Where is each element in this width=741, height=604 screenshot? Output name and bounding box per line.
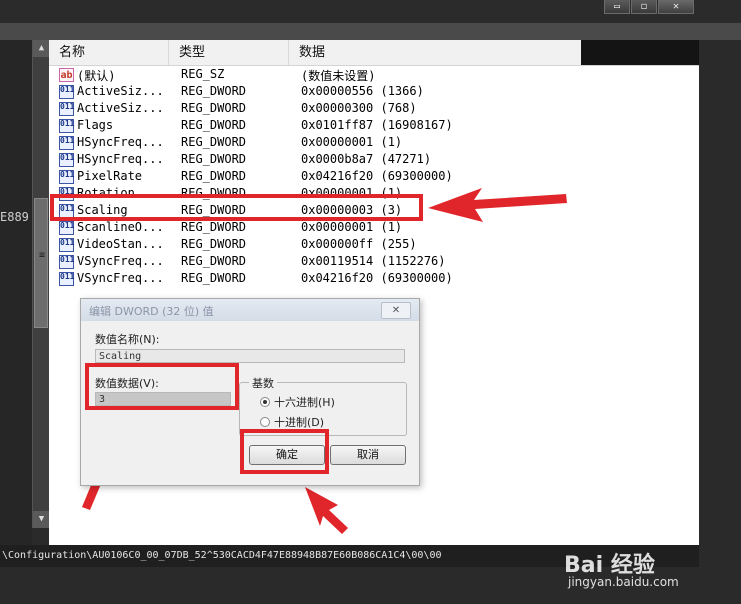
value-name-cell: PixelRate: [77, 169, 143, 183]
dword-value-icon: 011: [59, 272, 74, 286]
value-type-cell: REG_DWORD: [181, 101, 247, 115]
value-data-cell: 0x0000b8a7 (47271): [301, 152, 432, 166]
tree-pane[interactable]: E889: [0, 40, 34, 545]
close-icon: ✕: [391, 305, 401, 316]
value-data-cell: 0x0101ff87 (16908167): [301, 118, 453, 132]
radio-hex-label: 十六进制(H): [274, 396, 335, 409]
minimize-icon: ▭: [613, 0, 621, 12]
radio-dec-label: 十进制(D): [274, 416, 325, 429]
close-icon: ✕: [672, 0, 680, 12]
base-group: 基数 十六进制(H) 十进制(D): [239, 375, 407, 436]
table-row[interactable]: 011 HSyncFreq... REG_DWORD 0x0000b8a7 (4727…: [55, 152, 575, 169]
dword-value-icon: 011: [59, 221, 74, 235]
value-data-cell: 0x00000001 (1): [301, 135, 403, 149]
scrollbar-corner: [32, 528, 49, 545]
bottom-background: [0, 567, 699, 604]
dialog-title-bar: 编辑 DWORD (32 位) 值 ✕: [81, 299, 419, 321]
value-type-cell: REG_DWORD: [181, 254, 247, 268]
table-row[interactable]: 011 PixelRate REG_DWORD 0x04216f20 (6930000…: [55, 169, 575, 186]
table-row[interactable]: 011 VSyncFreq... REG_DWORD 0x00119514 (1152…: [55, 254, 575, 271]
dword-value-icon: 011: [59, 119, 74, 133]
table-row[interactable]: 011 HSyncFreq... REG_DWORD 0x00000001 (1): [55, 135, 575, 152]
value-name-cell: HSyncFreq...: [77, 152, 164, 166]
maximize-button[interactable]: ◻: [631, 0, 657, 14]
value-name-cell: HSyncFreq...: [77, 135, 164, 149]
background-strip: [699, 40, 741, 604]
value-data-cell: 0x04216f20 (69300000): [301, 169, 453, 183]
list-header: 名称 类型 数据: [49, 40, 699, 66]
dialog-title: 编辑 DWORD (32 位) 值: [89, 305, 214, 318]
value-name-cell: VideoStan...: [77, 237, 164, 251]
value-name-cell: ScanlineO...: [77, 220, 164, 234]
table-row[interactable]: 011 ScanlineO... REG_DWORD 0x00000001 (1): [55, 220, 575, 237]
dword-value-icon: 011: [59, 85, 74, 99]
scroll-up-icon[interactable]: ▲: [33, 40, 50, 57]
value-name-cell: ActiveSiz...: [77, 84, 164, 98]
dword-value-icon: 011: [59, 170, 74, 184]
column-name-header[interactable]: 名称: [49, 40, 169, 65]
highlight-scaling-row: [50, 194, 423, 221]
header-overlay: [581, 40, 699, 65]
value-data-cell: 0x000000ff (255): [301, 237, 417, 251]
value-name-cell: (默认): [77, 69, 116, 83]
value-data-cell: (数值未设置): [301, 69, 376, 83]
value-data-cell: 0x00000300 (768): [301, 101, 417, 115]
tree-key-fragment: E889: [0, 210, 29, 224]
base-group-label: 基数: [249, 375, 277, 391]
column-data-header[interactable]: 数据: [289, 40, 581, 65]
radio-hex[interactable]: 十六进制(H): [260, 394, 335, 410]
dialog-close-button[interactable]: ✕: [381, 302, 411, 319]
grip-icon: ≡: [38, 250, 46, 261]
menu-bar-area: [0, 23, 741, 40]
close-button[interactable]: ✕: [658, 0, 694, 14]
table-row[interactable]: 011 Flags REG_DWORD 0x0101ff87 (16908167): [55, 118, 575, 135]
value-type-cell: REG_DWORD: [181, 135, 247, 149]
scroll-down-icon[interactable]: ▼: [33, 511, 50, 528]
string-value-icon: ab: [59, 68, 74, 82]
column-type-header[interactable]: 类型: [169, 40, 289, 65]
scroll-thumb[interactable]: ≡: [34, 198, 48, 328]
maximize-icon: ◻: [640, 0, 648, 12]
dword-value-icon: 011: [59, 136, 74, 150]
value-type-cell: REG_SZ: [181, 67, 225, 81]
table-row[interactable]: 011 ActiveSiz... REG_DWORD 0x00000556 (1366…: [55, 84, 575, 101]
radio-dec[interactable]: 十进制(D): [260, 414, 324, 430]
value-data-cell: 0x00000556 (1366): [301, 84, 424, 98]
value-name-cell: Flags: [77, 118, 114, 132]
value-data-cell: 0x04216f20 (69300000): [301, 271, 453, 285]
value-type-cell: REG_DWORD: [181, 271, 247, 285]
value-name-field[interactable]: Scaling: [95, 349, 405, 363]
value-type-cell: REG_DWORD: [181, 220, 247, 234]
value-name-label: 数值名称(N):: [95, 333, 160, 346]
table-row[interactable]: 011 VSyncFreq... REG_DWORD 0x04216f20 (6930…: [55, 271, 575, 288]
dword-value-icon: 011: [59, 238, 74, 252]
value-name-cell: VSyncFreq...: [77, 254, 164, 268]
value-data-cell: 0x00119514 (1152276): [301, 254, 446, 268]
value-data-cell: 0x00000001 (1): [301, 220, 403, 234]
dword-value-icon: 011: [59, 255, 74, 269]
tree-scrollbar[interactable]: ▲ ≡ ▼: [32, 40, 50, 528]
value-type-cell: REG_DWORD: [181, 237, 247, 251]
highlight-data-field: [85, 363, 239, 410]
status-bar-path: \Configuration\AU0106C0_00_07DB_52^530CA…: [0, 545, 699, 567]
table-row[interactable]: 011 VideoStan... REG_DWORD 0x000000ff (255): [55, 237, 575, 254]
radio-selected-icon: [260, 397, 270, 407]
window-controls: ▭ ◻ ✕: [604, 0, 694, 14]
minimize-button[interactable]: ▭: [604, 0, 630, 14]
value-type-cell: REG_DWORD: [181, 169, 247, 183]
table-row[interactable]: ab (默认) REG_SZ (数值未设置): [55, 67, 575, 84]
radio-unselected-icon: [260, 417, 270, 427]
dword-value-icon: 011: [59, 102, 74, 116]
value-type-cell: REG_DWORD: [181, 118, 247, 132]
value-type-cell: REG_DWORD: [181, 84, 247, 98]
value-name-cell: VSyncFreq...: [77, 271, 164, 285]
value-type-cell: REG_DWORD: [181, 152, 247, 166]
value-name-cell: ActiveSiz...: [77, 101, 164, 115]
cancel-button[interactable]: 取消: [330, 445, 406, 465]
dword-value-icon: 011: [59, 153, 74, 167]
highlight-ok-button: [240, 429, 329, 474]
table-row[interactable]: 011 ActiveSiz... REG_DWORD 0x00000300 (768): [55, 101, 575, 118]
